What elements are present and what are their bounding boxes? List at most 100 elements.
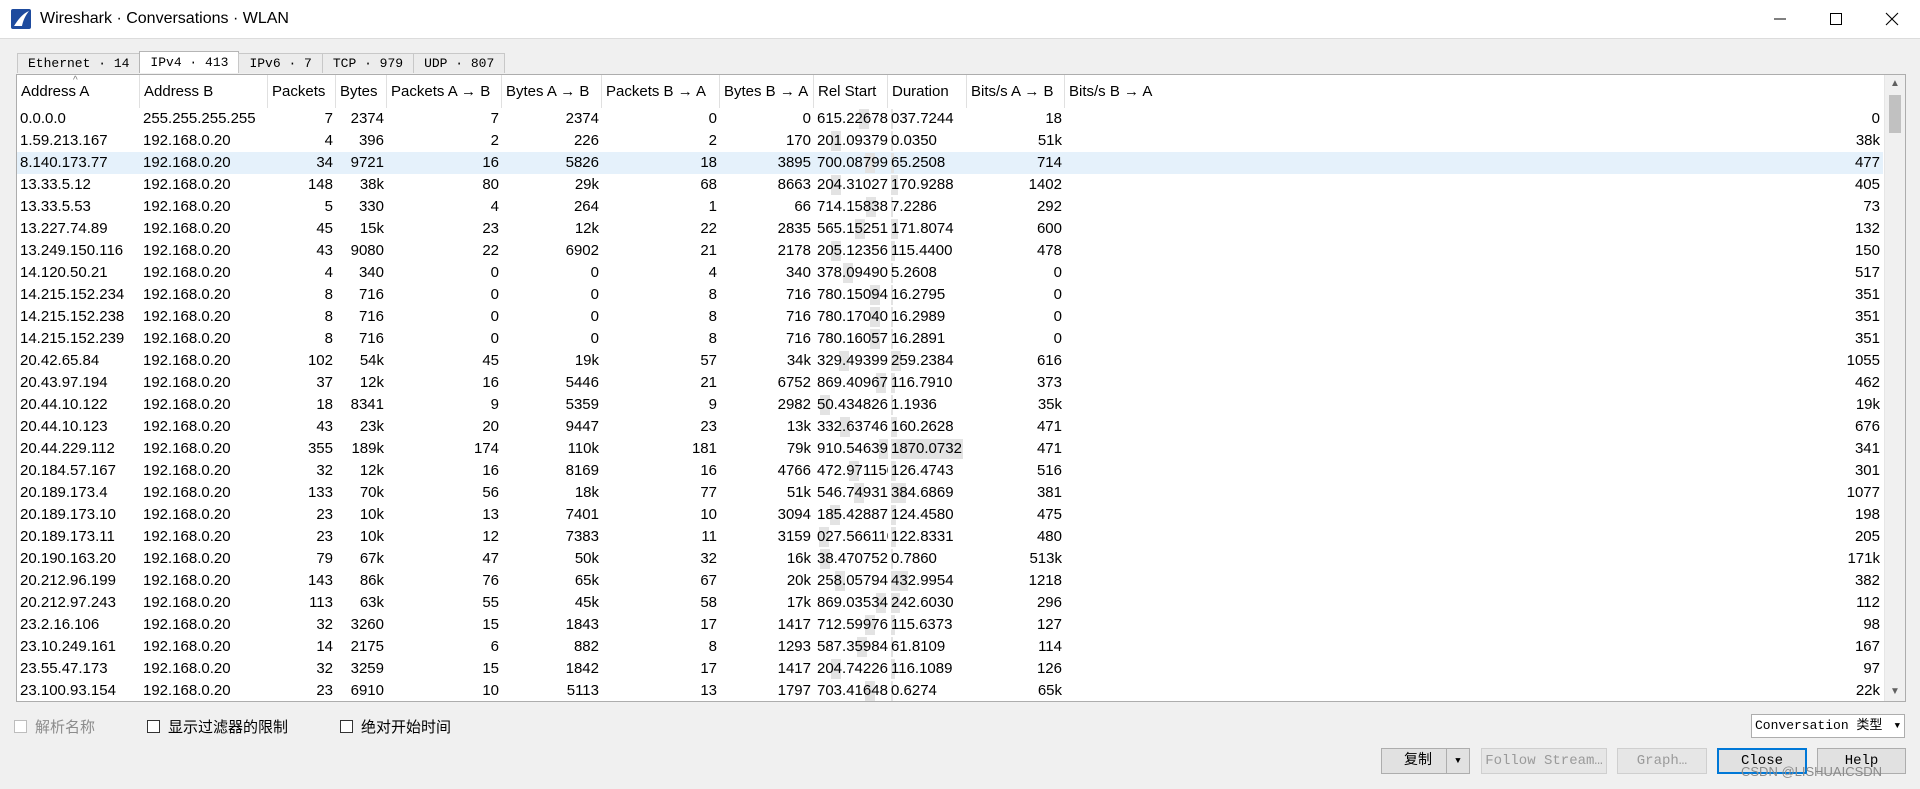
maximize-button[interactable] (1808, 0, 1864, 38)
table-row[interactable]: 20.189.173.4 192.168.0.20 133 70k 56 18k 77 51k… (17, 482, 1883, 504)
tab-ethernet[interactable]: Ethernet · 14 (17, 53, 141, 73)
checkbox-box[interactable] (14, 720, 27, 733)
cell-address-b: 192.168.0.20 (143, 220, 231, 237)
column-header-packets[interactable]: Packets (268, 75, 336, 108)
column-header-bytes[interactable]: Bytes (336, 75, 387, 108)
table-row[interactable]: 20.212.96.199 192.168.0.20 143 86k 76 65k 67 20… (17, 570, 1883, 592)
table-row[interactable]: 20.212.97.243 192.168.0.20 113 63k 55 45k 58 17… (17, 592, 1883, 614)
column-header-packets-a-to-b[interactable]: Packets A → B (387, 75, 502, 108)
cell-packets-a-to-b: 20 (482, 418, 499, 435)
absolute-start-checkbox[interactable]: 绝对开始时间 (340, 716, 451, 737)
cell-bits-per-sec-a-to-b: 616 (1036, 352, 1062, 369)
table-row[interactable]: 20.189.173.11 192.168.0.20 23 10k 12 7383 11 31… (17, 526, 1883, 548)
cell-bytes-a-to-b: 5446 (565, 374, 599, 391)
column-header-bytes-b-to-a[interactable]: Bytes B → A (720, 75, 814, 108)
cell-bytes-b-to-a: 51k (786, 484, 811, 501)
cell-bytes-a-to-b: 110k (567, 440, 599, 457)
cell-packets: 37 (316, 374, 333, 391)
follow-stream-button[interactable]: Follow Stream… (1481, 748, 1607, 774)
cell-bits-per-sec-a-to-b: 18 (1045, 110, 1062, 127)
tab-ipv4[interactable]: IPv4 · 413 (139, 51, 240, 73)
cell-bytes-b-to-a: 4766 (777, 462, 811, 479)
cell-bits-per-sec-a-to-b: 478 (1036, 242, 1062, 259)
cell-address-b: 192.168.0.20 (143, 462, 231, 479)
conversation-type-button[interactable]: Conversation 类型 ▼ (1751, 714, 1905, 738)
scroll-thumb[interactable] (1889, 95, 1901, 133)
cell-text: 126.4743 (891, 462, 954, 479)
table-row[interactable]: 20.184.57.167 192.168.0.20 32 12k 16 8169 16 47… (17, 460, 1883, 482)
cell-bits-per-sec-b-to-a: 351 (1854, 286, 1880, 303)
table-row[interactable]: 13.227.74.89 192.168.0.20 45 15k 23 12k 22 2835… (17, 218, 1883, 240)
vertical-scrollbar[interactable]: ▲ ▼ (1884, 75, 1905, 701)
cell-duration: 0.0350 (888, 130, 967, 152)
cell-bits-per-sec-b-to-a: 1055 (1846, 352, 1880, 369)
table-row[interactable]: 14.215.152.238 192.168.0.20 8 716 0 0 8 716 780.… (17, 306, 1883, 328)
table-row[interactable]: 13.249.150.116 192.168.0.20 43 9080 22 6902 21… (17, 240, 1883, 262)
minimize-button[interactable] (1752, 0, 1808, 38)
table-row[interactable]: 20.44.229.112 192.168.0.20 355 189k 174 110k 1… (17, 438, 1883, 460)
column-header-rel-start[interactable]: Rel Start (814, 75, 888, 108)
cell-packets: 23 (316, 506, 333, 523)
table-row[interactable]: 0.0.0.0 255.255.255.255 7 2374 7 2374 0 0 615.22… (17, 108, 1883, 130)
column-header-address-a[interactable]: Address A ^ (17, 75, 140, 108)
cell-bytes-a-to-b: 1843 (565, 616, 599, 633)
cell-text: 0.7860 (891, 550, 937, 567)
table-row[interactable]: 23.55.47.173 192.168.0.20 32 3259 15 1842 17 14… (17, 658, 1883, 680)
column-header-bytes-a-to-b[interactable]: Bytes A → B (502, 75, 602, 108)
tab-ipv6[interactable]: IPv6 · 7 (238, 53, 323, 73)
cell-text: 16.2891 (891, 330, 946, 347)
table-row[interactable]: 13.33.5.53 192.168.0.20 5 330 4 264 1 66 714.158… (17, 196, 1883, 218)
copy-dropdown-caret-icon[interactable]: ▼ (1446, 749, 1469, 773)
minimize-icon (1774, 18, 1786, 20)
table-row[interactable]: 20.44.10.123 192.168.0.20 43 23k 20 9447 23 13k… (17, 416, 1883, 438)
table-row[interactable]: 20.190.163.20 192.168.0.20 79 67k 47 50k 32 16k… (17, 548, 1883, 570)
table-row[interactable]: 13.33.5.12 192.168.0.20 148 38k 80 29k 68 8663 2… (17, 174, 1883, 196)
cell-packets-a-to-b: 16 (482, 154, 499, 171)
table-row[interactable]: 20.44.10.122 192.168.0.20 18 8341 9 5359 9 2982… (17, 394, 1883, 416)
cell-bytes: 12k (359, 374, 384, 391)
checkbox-box[interactable] (340, 720, 354, 733)
cell-text: 780.170402 (817, 308, 888, 325)
table-row[interactable]: 20.42.65.84 192.168.0.20 102 54k 45 19k 57 34k 3… (17, 350, 1883, 372)
cell-bits-per-sec-b-to-a: 98 (1863, 616, 1880, 633)
table-row[interactable]: 20.43.97.194 192.168.0.20 37 12k 16 5446 21 675… (17, 372, 1883, 394)
cell-address-b: 192.168.0.20 (143, 638, 231, 655)
scroll-up-icon[interactable]: ▲ (1885, 75, 1905, 93)
name-resolution-checkbox[interactable]: 解析名称 (14, 716, 95, 737)
limit-to-filter-checkbox[interactable]: 显示过滤器的限制 (147, 716, 288, 737)
close-window-button[interactable] (1864, 0, 1920, 38)
cell-address-a: 1.59.213.167 (20, 132, 108, 149)
column-header-packets-b-to-a[interactable]: Packets B → A (602, 75, 720, 108)
column-header-bits-per-sec-b-to-a[interactable]: Bits/s B → A (1065, 75, 1883, 108)
conversation-tabs: Ethernet · 14 IPv4 · 413 IPv6 · 7 TCP · … (17, 51, 506, 73)
table-row[interactable]: 1.59.213.167 192.168.0.20 4 396 2 226 2 170 201.… (17, 130, 1883, 152)
table-row[interactable]: 14.215.152.234 192.168.0.20 8 716 0 0 8 716 780.… (17, 284, 1883, 306)
copy-button[interactable]: 复制 ▼ (1381, 748, 1470, 774)
column-header-duration[interactable]: Duration (888, 75, 967, 108)
cell-address-a: 23.55.47.173 (20, 660, 108, 677)
table-row[interactable]: 8.140.173.77 192.168.0.20 34 9721 16 5826 18 38… (17, 152, 1883, 174)
cell-bits-per-sec-b-to-a: 38k (1855, 132, 1880, 149)
tab-tcp[interactable]: TCP · 979 (321, 53, 415, 73)
checkbox-box[interactable] (147, 720, 161, 733)
cell-packets-a-to-b: 16 (482, 462, 499, 479)
cell-address-a: 20.212.96.199 (20, 572, 116, 589)
cell-packets-b-to-a: 18 (700, 154, 717, 171)
cell-bytes: 716 (358, 308, 384, 325)
column-header-bits-per-sec-a-to-b[interactable]: Bits/s A → B (967, 75, 1065, 108)
graph-button[interactable]: Graph… (1617, 748, 1707, 774)
table-row[interactable]: 20.189.173.10 192.168.0.20 23 10k 13 7401 10 30… (17, 504, 1883, 526)
table-row[interactable]: 14.215.152.239 192.168.0.20 8 716 0 0 8 716 780.… (17, 328, 1883, 350)
cell-bytes-b-to-a: 2178 (777, 242, 811, 259)
scroll-down-icon[interactable]: ▼ (1885, 683, 1905, 701)
column-header-address-b[interactable]: Address B (140, 75, 268, 108)
table-row[interactable]: 23.10.249.161 192.168.0.20 14 2175 6 882 8 1293… (17, 636, 1883, 658)
cell-text: 869.409671 (817, 374, 888, 391)
table-row[interactable]: 23.100.93.154 192.168.0.20 23 6910 10 5113 13 1… (17, 680, 1883, 701)
tab-udp[interactable]: UDP · 807 (413, 53, 506, 73)
cell-bytes: 2374 (350, 110, 384, 127)
table-row[interactable]: 23.2.16.106 192.168.0.20 32 3260 15 1843 17 141… (17, 614, 1883, 636)
cell-duration: 16.2891 (888, 328, 967, 350)
table-row[interactable]: 14.120.50.21 192.168.0.20 4 340 0 0 4 340 378.09… (17, 262, 1883, 284)
cell-rel-start: 472.971150 (814, 460, 888, 482)
